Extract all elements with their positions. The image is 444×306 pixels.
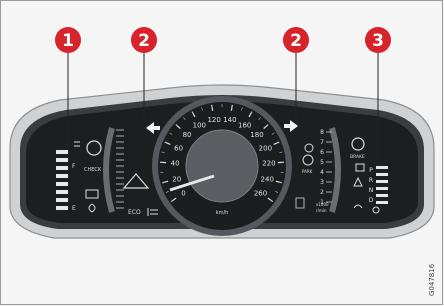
- brake-label: BRAKE: [350, 154, 365, 160]
- rpm-unit-label-1: x1000: [316, 202, 329, 207]
- speed-tick-label: 220: [262, 160, 275, 168]
- speed-tick-label: 260: [254, 189, 267, 197]
- eco-label: ECO: [128, 209, 141, 216]
- rpm-unit-label-2: r/min: [316, 208, 327, 213]
- gear-letter: D: [369, 197, 374, 204]
- tach-tick-label: 2: [320, 189, 324, 196]
- speed-tick-label: 100: [193, 121, 206, 129]
- gear-letter: R: [369, 177, 373, 184]
- tach-tick-label: 7: [320, 139, 324, 146]
- image-code: G047816: [428, 263, 436, 296]
- speed-tick-label: 120: [207, 116, 220, 124]
- tach-tick-label: 6: [320, 149, 324, 156]
- svg-text:3: 3: [372, 31, 384, 51]
- speed-unit-label: km/h: [216, 210, 229, 216]
- instrument-cluster: F E CHECK ECO 020 40 6080100120 140160 180 20…: [9, 27, 436, 296]
- callout-2-left: 2: [131, 27, 157, 53]
- svg-text:2: 2: [290, 31, 302, 51]
- svg-text:1: 1: [62, 31, 74, 51]
- fuel-full-label: F: [72, 163, 76, 170]
- tach-tick-label: 3: [320, 179, 324, 186]
- speed-tick-label: 40: [171, 160, 180, 168]
- speed-tick-label: 60: [174, 144, 183, 152]
- speedometer-hub: [185, 129, 259, 203]
- callout-2-right: 2: [283, 27, 309, 53]
- speed-tick-label: 180: [250, 131, 263, 139]
- check-label: CHECK: [84, 167, 102, 173]
- speed-tick-label: 200: [259, 144, 272, 152]
- speed-tick-label: 240: [261, 175, 274, 183]
- tach-tick-label: 8: [320, 129, 324, 136]
- fuel-empty-label: E: [72, 205, 76, 212]
- callout-1: 1: [55, 27, 81, 53]
- park-label: PARK: [302, 169, 313, 174]
- svg-text:2: 2: [138, 31, 150, 51]
- gear-letter: P: [369, 167, 373, 174]
- callout-3: 3: [365, 27, 391, 53]
- speed-tick-label: 0: [181, 189, 185, 197]
- speed-tick-label: 20: [172, 175, 181, 183]
- speed-tick-label: 160: [238, 121, 251, 129]
- speed-tick-label: 140: [223, 116, 236, 124]
- tach-tick-label: 4: [320, 169, 324, 176]
- gear-letter: N: [369, 187, 374, 194]
- speed-tick-label: 80: [183, 131, 192, 139]
- tach-tick-label: 5: [320, 159, 324, 166]
